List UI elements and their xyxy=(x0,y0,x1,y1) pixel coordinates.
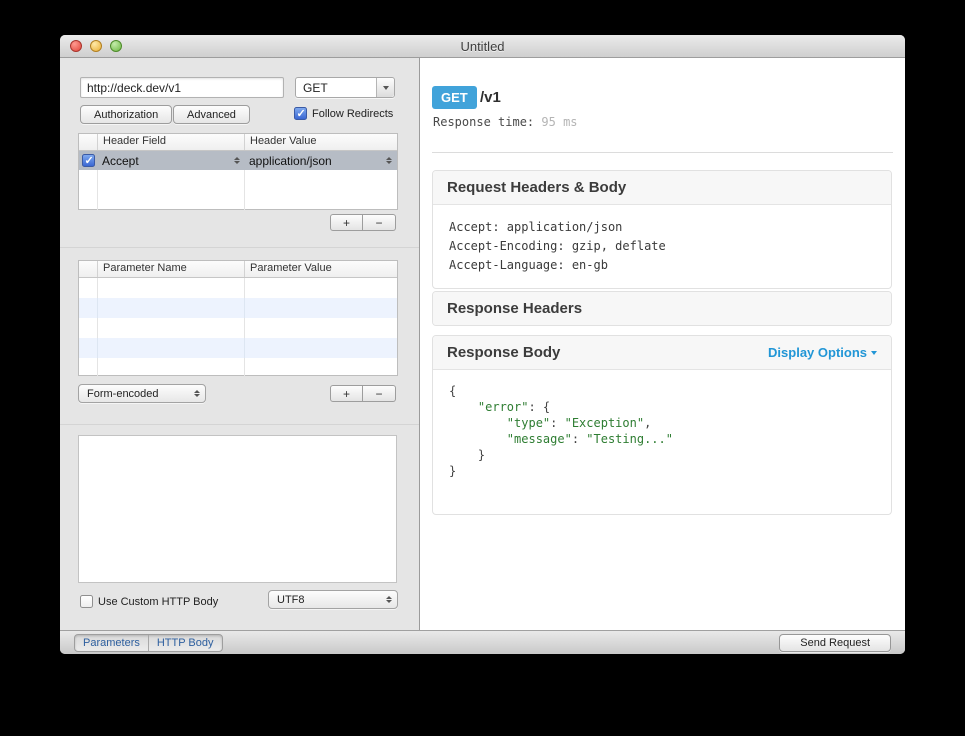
use-custom-http-body-checkbox[interactable] xyxy=(80,595,93,608)
response-headers-title: Response Headers xyxy=(447,300,583,317)
request-path: /v1 xyxy=(480,89,501,106)
method-dropdown[interactable]: GET xyxy=(295,77,395,98)
stepper-icon xyxy=(386,157,393,164)
follow-redirects-label: Follow Redirects xyxy=(312,107,394,120)
response-body-content: { "error": { "type": "Exception", "messa… xyxy=(449,384,673,478)
remove-parameter-button[interactable]: − xyxy=(363,385,396,402)
remove-header-button[interactable]: − xyxy=(363,214,396,231)
parameter-row-empty[interactable] xyxy=(79,278,397,298)
parameter-value-column: Parameter Value xyxy=(250,262,332,274)
request-panel: GET Authorization Advanced Follow Redire… xyxy=(60,58,420,630)
header-row-empty[interactable] xyxy=(79,170,397,190)
response-time-label: Response time: xyxy=(433,115,535,129)
header-value-column: Header Value xyxy=(250,135,317,147)
section-divider xyxy=(60,424,419,425)
header-field-column: Header Field xyxy=(98,134,245,150)
encoding-dropdown-value: Form-encoded xyxy=(87,387,159,400)
follow-redirects-checkbox[interactable] xyxy=(294,107,307,120)
section-divider xyxy=(60,247,419,248)
response-panel: GET /v1 Response time: 95 ms Request Hea… xyxy=(420,58,905,630)
dropdown-arrows-icon xyxy=(189,390,205,397)
request-header-line: Accept-Encoding: gzip, deflate xyxy=(449,239,666,253)
parameter-name-column: Parameter Name xyxy=(98,261,245,277)
response-body-title: Response Body xyxy=(447,344,561,361)
charset-dropdown[interactable]: UTF8 xyxy=(268,590,398,609)
view-segmented-control: Parameters HTTP Body xyxy=(74,633,223,652)
tab-http-body[interactable]: HTTP Body xyxy=(147,634,222,651)
close-window-button[interactable] xyxy=(70,40,82,52)
request-headers-title: Request Headers & Body xyxy=(447,179,627,196)
minimize-window-button[interactable] xyxy=(90,40,102,52)
add-header-button[interactable]: + xyxy=(330,214,363,231)
header-value-cell[interactable]: application/json xyxy=(245,151,397,170)
app-window: Untitled GET Authorization Advanced Foll… xyxy=(60,35,905,654)
use-custom-http-body-label: Use Custom HTTP Body xyxy=(98,595,219,608)
params-checkbox-column xyxy=(79,261,98,277)
display-options-label: Display Options xyxy=(768,345,867,360)
custom-body-textarea[interactable] xyxy=(78,435,397,583)
advanced-button[interactable]: Advanced xyxy=(173,105,250,124)
parameter-row-empty[interactable] xyxy=(79,318,397,338)
window-title: Untitled xyxy=(460,38,505,54)
dropdown-arrows-icon xyxy=(381,596,397,603)
response-body-section: Response Body Display Options { "error":… xyxy=(432,335,892,515)
response-time: Response time: 95 ms xyxy=(433,115,578,129)
header-row-empty[interactable] xyxy=(79,190,397,210)
method-dropdown-value: GET xyxy=(303,80,328,95)
display-options-button[interactable]: Display Options xyxy=(768,345,877,360)
parameters-table: Parameter Name Parameter Value xyxy=(78,260,398,378)
send-request-button[interactable]: Send Request xyxy=(779,633,891,652)
headers-checkbox-column xyxy=(79,134,98,150)
request-header-line: Accept: application/json xyxy=(449,220,623,234)
header-enabled-checkbox[interactable] xyxy=(82,154,95,167)
header-row-accept[interactable]: Accept application/json xyxy=(79,151,397,170)
headers-table: Header Field Header Value Accept applica… xyxy=(78,133,398,210)
request-headers-section: Request Headers & Body Accept: applicati… xyxy=(432,170,892,289)
response-time-value: 95 ms xyxy=(541,115,578,129)
response-headers-section: Response Headers xyxy=(432,291,892,326)
charset-dropdown-value: UTF8 xyxy=(277,593,305,606)
tab-parameters[interactable]: Parameters xyxy=(75,635,148,651)
chevron-down-icon xyxy=(871,350,877,355)
stepper-icon xyxy=(234,157,241,164)
header-field-cell[interactable]: Accept xyxy=(98,151,245,170)
parameter-row-empty[interactable] xyxy=(79,338,397,358)
authorization-button[interactable]: Authorization xyxy=(80,105,173,124)
url-input[interactable] xyxy=(80,77,284,98)
request-header-line: Accept-Language: en-gb xyxy=(449,258,608,272)
encoding-dropdown[interactable]: Form-encoded xyxy=(78,384,206,403)
parameter-row-empty[interactable] xyxy=(79,358,397,378)
bottom-toolbar: Parameters HTTP Body Send Request xyxy=(60,630,905,654)
method-badge: GET xyxy=(432,86,477,109)
horizontal-separator xyxy=(432,152,893,153)
add-parameter-button[interactable]: + xyxy=(330,385,363,402)
dropdown-arrow-icon xyxy=(376,78,394,97)
zoom-window-button[interactable] xyxy=(110,40,122,52)
title-bar[interactable]: Untitled xyxy=(60,35,905,58)
parameter-row-empty[interactable] xyxy=(79,298,397,318)
